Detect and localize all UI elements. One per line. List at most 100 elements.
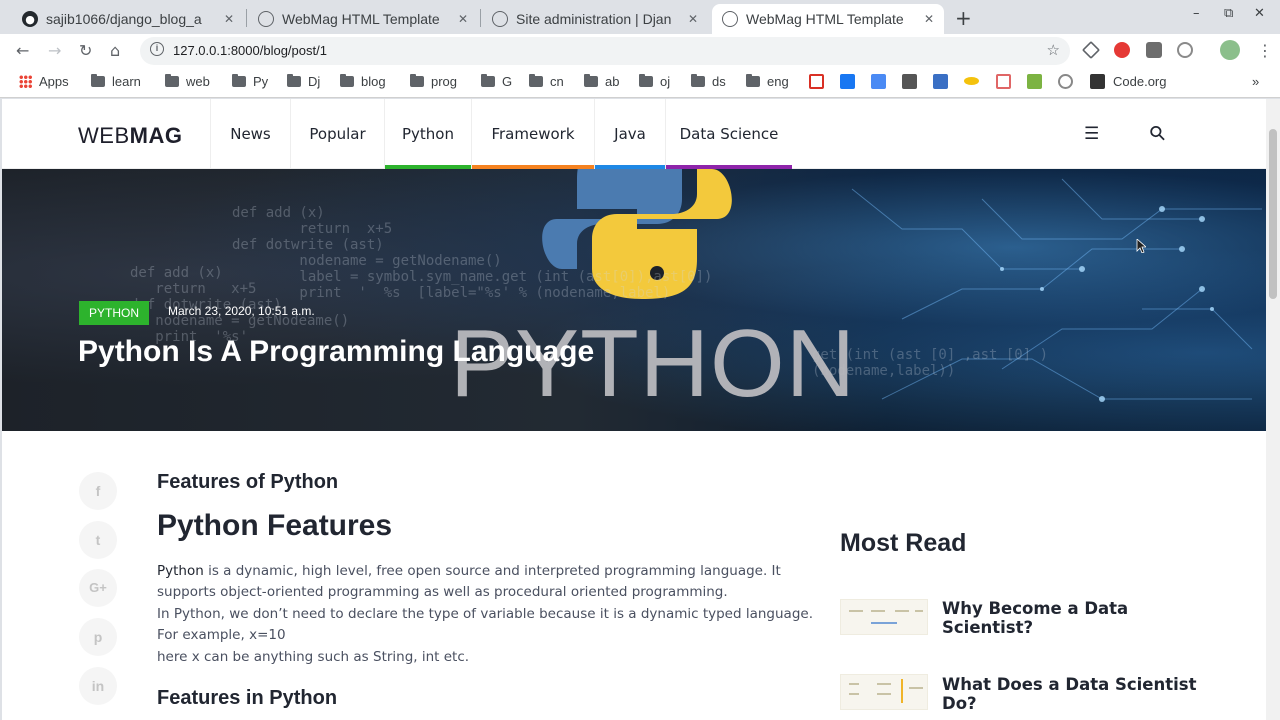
- extension-cube-icon[interactable]: [1081, 40, 1101, 60]
- back-button[interactable]: ←: [16, 41, 29, 60]
- scrollbar-thumb[interactable]: [1269, 129, 1277, 299]
- share-linkedin-button[interactable]: in: [79, 667, 117, 705]
- bookmark-c[interactable]: [1058, 74, 1073, 89]
- address-bar[interactable]: i 127.0.0.1:8000/blog/post/1 ☆: [140, 37, 1070, 65]
- nav-framework[interactable]: Framework: [471, 99, 594, 169]
- browser-tab-django-admin[interactable]: Site administration | Djan ✕: [482, 4, 708, 34]
- bookmark-folder-ab[interactable]: ab: [584, 74, 619, 89]
- article-heading: Python Features: [157, 509, 393, 542]
- close-tab-icon[interactable]: ✕: [224, 12, 234, 26]
- most-read-post-title[interactable]: What Does a Data Scientist Do?: [942, 675, 1212, 713]
- bookmark-star-icon[interactable]: ☆: [1047, 41, 1060, 59]
- close-tab-icon[interactable]: ✕: [688, 12, 698, 26]
- infinity-icon: [964, 77, 979, 85]
- post-date: March 23, 2020, 10:51 a.m.: [168, 304, 315, 318]
- r-icon: [933, 74, 948, 89]
- home-button[interactable]: ⌂: [110, 41, 120, 60]
- bookmark-folder-web[interactable]: web: [165, 74, 210, 89]
- article-paragraph-line: For example, x=10: [157, 627, 286, 643]
- mouse-cursor-icon: [1136, 239, 1146, 253]
- ide-icon: [902, 74, 917, 89]
- folder-icon: [165, 74, 179, 87]
- most-read-post-title[interactable]: Why Become a Data Scientist?: [942, 599, 1212, 637]
- facebook-icon: f: [95, 483, 101, 499]
- share-pinterest-button[interactable]: p: [79, 618, 117, 656]
- code-org-icon: [1090, 74, 1105, 89]
- reload-button[interactable]: ↻: [79, 41, 92, 60]
- nav-python[interactable]: Python: [384, 99, 471, 169]
- facebook-icon: [840, 74, 855, 89]
- bookmark-folder-dj[interactable]: Dj: [287, 74, 320, 89]
- bookmark-green[interactable]: [1027, 74, 1042, 89]
- bookmark-apps[interactable]: Apps: [19, 74, 69, 89]
- share-google-plus-button[interactable]: G+: [79, 569, 117, 607]
- bookmark-folder-blog[interactable]: blog: [340, 74, 386, 89]
- menu-icon[interactable]: ☰: [1084, 124, 1099, 144]
- bookmark-gmail[interactable]: [809, 74, 824, 89]
- restore-button[interactable]: ⧉: [1224, 6, 1233, 21]
- most-read-thumbnail[interactable]: [840, 674, 928, 710]
- bookmark-pink[interactable]: [996, 74, 1011, 89]
- globe-icon: [492, 11, 508, 27]
- site-header: WEBMAG News Popular Python Framework Jav…: [2, 99, 1266, 169]
- translate-icon: [871, 74, 886, 89]
- close-tab-icon[interactable]: ✕: [924, 12, 934, 26]
- bookmark-yellow[interactable]: [964, 74, 979, 85]
- bookmark-ide[interactable]: [902, 74, 917, 89]
- nav-java[interactable]: Java: [594, 99, 665, 169]
- bookmarks-bar: Apps learn web Py Dj blog prog G cn ab o…: [0, 68, 1280, 98]
- forward-button[interactable]: →: [48, 41, 61, 60]
- page-scrollbar[interactable]: [1266, 99, 1280, 720]
- bookmark-folder-prog[interactable]: prog: [410, 74, 457, 89]
- bookmark-folder-ds[interactable]: ds: [691, 74, 726, 89]
- url-text[interactable]: 127.0.0.1:8000/blog/post/1: [173, 43, 327, 58]
- search-icon[interactable]: ⚲: [1144, 119, 1171, 146]
- extension-facebook-icon[interactable]: [1146, 42, 1162, 58]
- bookmark-folder-cn[interactable]: cn: [529, 74, 564, 89]
- close-tab-icon[interactable]: ✕: [458, 12, 468, 26]
- extension-red-icon[interactable]: [1114, 42, 1130, 58]
- bookmark-r[interactable]: [933, 74, 948, 89]
- close-window-button[interactable]: ✕: [1254, 6, 1265, 21]
- extension-c-icon[interactable]: [1177, 42, 1193, 58]
- globe-icon: [722, 11, 738, 27]
- browser-tab-webmag-1[interactable]: WebMag HTML Template ✕: [248, 4, 478, 34]
- profile-avatar[interactable]: [1220, 40, 1240, 60]
- bookmark-folder-g[interactable]: G: [481, 74, 512, 89]
- folder-icon: [232, 74, 246, 87]
- tab-title: WebMag HTML Template: [746, 11, 904, 27]
- nav-popular[interactable]: Popular: [290, 99, 384, 169]
- share-twitter-button[interactable]: t: [79, 521, 117, 559]
- site-info-icon[interactable]: i: [150, 42, 164, 56]
- folder-icon: [746, 74, 760, 87]
- article-paragraph-line: supports object-oriented programming as …: [157, 584, 728, 600]
- bookmark-facebook[interactable]: [840, 74, 855, 89]
- folder-icon: [340, 74, 354, 87]
- bookmark-folder-eng[interactable]: eng: [746, 74, 789, 89]
- browser-menu-icon[interactable]: ⋮: [1257, 41, 1273, 60]
- nav-news[interactable]: News: [210, 99, 290, 169]
- linkedin-icon: in: [91, 678, 105, 694]
- category-badge[interactable]: PYTHON: [79, 301, 150, 325]
- site-logo[interactable]: WEBMAG: [78, 123, 182, 149]
- bookmark-translate[interactable]: [871, 74, 886, 89]
- drive-icon: [1027, 74, 1042, 89]
- globe-icon: [258, 11, 274, 27]
- page-viewport: WEBMAG News Popular Python Framework Jav…: [2, 99, 1266, 720]
- browser-tab-webmag-active[interactable]: WebMag HTML Template ✕: [712, 4, 944, 34]
- most-read-thumbnail[interactable]: [840, 599, 928, 635]
- nav-data-science[interactable]: Data Science: [665, 99, 792, 169]
- bookmark-folder-learn[interactable]: learn: [91, 74, 141, 89]
- bookmarks-overflow-button[interactable]: »: [1252, 74, 1259, 89]
- pinterest-icon: p: [93, 629, 103, 645]
- bookmark-folder-py[interactable]: Py: [232, 74, 268, 89]
- new-tab-button[interactable]: +: [955, 6, 972, 30]
- tab-strip: ● sajib1066/django_blog_a ✕ WebMag HTML …: [0, 0, 1280, 34]
- article-section-heading: Features in Python: [157, 687, 338, 709]
- browser-tab-github[interactable]: ● sajib1066/django_blog_a ✕: [12, 4, 244, 34]
- share-facebook-button[interactable]: f: [79, 472, 117, 510]
- bookmark-folder-oj[interactable]: oj: [639, 74, 670, 89]
- minimize-button[interactable]: –: [1193, 6, 1200, 21]
- google-plus-icon: G+: [89, 580, 107, 595]
- bookmark-code-org[interactable]: Code.org: [1090, 74, 1166, 89]
